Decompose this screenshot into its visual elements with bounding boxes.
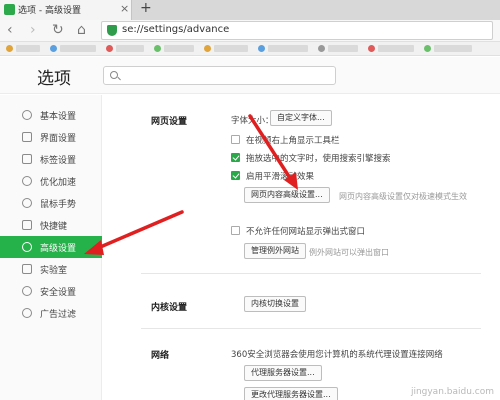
bookmark-icon — [258, 45, 265, 52]
manage-exceptions-button[interactable]: 管理例外网站 — [244, 243, 306, 259]
navigation-bar: ‹ › ↻ ⌂ se://settings/advance — [0, 20, 500, 42]
change-proxy-settings-button[interactable]: 更改代理服务器设置... — [244, 387, 338, 400]
close-icon[interactable]: × — [120, 2, 129, 15]
new-tab-button[interactable]: + — [140, 0, 152, 16]
popup-block-checkbox[interactable] — [231, 226, 240, 235]
sidebar-item-tabs[interactable]: 标签设置 — [0, 148, 102, 170]
bookmark-icon — [318, 45, 325, 52]
network-description: 360安全浏览器会使用您计算机的系统代理设置连接网络 — [231, 350, 443, 360]
home-icon[interactable]: ⌂ — [77, 22, 86, 38]
exceptions-hint: 例外网站可以弹出窗口 — [309, 248, 389, 257]
sidebar-item-advanced[interactable]: 高级设置 — [0, 236, 102, 258]
tab-title: 选项 - 高级设置 — [18, 6, 81, 16]
sidebar-item-label: 基本设置 — [40, 112, 77, 122]
lab-icon — [22, 264, 32, 274]
tab-strip: 选项 - 高级设置 × + — [0, 0, 500, 20]
sidebar-item-label: 安全设置 — [40, 288, 77, 298]
section-divider — [141, 273, 481, 274]
sidebar-item-ad-filter[interactable]: 广告过滤 — [0, 302, 102, 324]
sidebar-item-basic[interactable]: 基本设置 — [0, 104, 102, 126]
page-title: 选项 — [37, 69, 71, 89]
section-label-kernel: 内核设置 — [151, 303, 188, 313]
bookmark-icon — [6, 45, 13, 52]
bookmark-item[interactable] — [16, 45, 40, 52]
gear-icon — [22, 242, 32, 252]
sidebar-item-shortcuts[interactable]: 快捷键 — [0, 214, 102, 236]
monitor-icon — [22, 132, 32, 142]
kernel-switch-button[interactable]: 内核切换设置 — [244, 296, 306, 312]
bookmark-item[interactable] — [268, 45, 308, 52]
address-bar[interactable]: se://settings/advance — [101, 21, 493, 40]
watermark: jingyan.baidu.com — [410, 387, 494, 397]
bookmark-item[interactable] — [328, 45, 358, 52]
advanced-content-settings-button[interactable]: 网页内容高级设置... — [244, 187, 330, 203]
bookmark-item[interactable] — [164, 45, 194, 52]
sidebar-item-interface[interactable]: 界面设置 — [0, 126, 102, 148]
pointer-icon — [22, 198, 32, 208]
smooth-scroll-checkbox[interactable] — [231, 171, 240, 180]
sidebar-item-label: 实验室 — [40, 266, 68, 276]
sidebar-item-label: 快捷键 — [40, 222, 68, 232]
sidebar-item-label: 标签设置 — [40, 156, 77, 166]
advanced-content-hint: 网页内容高级设置仅对极速模式生效 — [339, 192, 467, 201]
tag-icon — [22, 154, 32, 164]
reload-icon[interactable]: ↻ — [52, 22, 64, 38]
rocket-icon — [22, 176, 32, 186]
settings-search-input[interactable] — [103, 66, 336, 85]
sidebar-item-label: 高级设置 — [40, 244, 77, 254]
sidebar-item-security[interactable]: 安全设置 — [0, 280, 102, 302]
font-size-label: 字体大小： — [231, 116, 274, 126]
bookmark-item[interactable] — [214, 45, 248, 52]
search-drag-option-label: 拖放选中的文字时，使用搜索引擎搜索 — [246, 154, 391, 164]
popup-block-option-label: 不允许任何网站显示弹出式窗口 — [246, 227, 366, 237]
bookmark-icon — [424, 45, 431, 52]
bookmark-item[interactable] — [116, 45, 144, 52]
tab-settings[interactable]: 选项 - 高级设置 × — [0, 0, 132, 20]
shield-icon — [22, 286, 32, 296]
bookmark-item[interactable] — [378, 45, 414, 52]
toolbar-option-label: 在视频右上角显示工具栏 — [246, 136, 340, 146]
custom-font-button[interactable]: 自定义字体... — [270, 110, 332, 126]
settings-sidebar: 基本设置 界面设置 标签设置 优化加速 鼠标手势 快捷键 高级设置 实验室 安全… — [0, 95, 102, 400]
proxy-settings-button[interactable]: 代理服务器设置... — [244, 365, 322, 381]
search-icon — [110, 71, 118, 79]
bookmark-item[interactable] — [434, 45, 472, 52]
browser-logo-icon — [4, 4, 15, 15]
section-label-network: 网络 — [151, 351, 170, 361]
settings-content: 网页设置 字体大小： 自定义字体... 在视频右上角显示工具栏 拖放选中的文字时… — [103, 95, 500, 400]
settings-header: 选项 — [0, 57, 500, 94]
section-label-web: 网页设置 — [151, 117, 188, 127]
target-icon — [22, 110, 32, 120]
keyboard-icon — [22, 220, 32, 230]
search-drag-checkbox[interactable] — [231, 153, 240, 162]
back-icon[interactable]: ‹ — [7, 22, 13, 38]
smooth-scroll-option-label: 启用平滑滚动效果 — [246, 172, 315, 182]
bookmark-icon — [50, 45, 57, 52]
bookmark-icon — [204, 45, 211, 52]
sidebar-item-label: 广告过滤 — [40, 310, 77, 320]
security-shield-icon — [107, 25, 117, 36]
toolbar-checkbox[interactable] — [231, 135, 240, 144]
sidebar-item-optimize[interactable]: 优化加速 — [0, 170, 102, 192]
bookmark-item[interactable] — [60, 45, 96, 52]
section-divider — [141, 328, 481, 329]
sidebar-item-mouse-gesture[interactable]: 鼠标手势 — [0, 192, 102, 214]
block-icon — [22, 308, 32, 318]
bookmarks-bar — [0, 42, 500, 56]
bookmark-icon — [154, 45, 161, 52]
sidebar-item-lab[interactable]: 实验室 — [0, 258, 102, 280]
forward-icon[interactable]: › — [30, 22, 36, 38]
bookmark-icon — [368, 45, 375, 52]
sidebar-item-label: 界面设置 — [40, 134, 77, 144]
sidebar-item-label: 鼠标手势 — [40, 200, 77, 210]
sidebar-item-label: 优化加速 — [40, 178, 77, 188]
address-text: se://settings/advance — [122, 24, 230, 35]
bookmark-icon — [106, 45, 113, 52]
